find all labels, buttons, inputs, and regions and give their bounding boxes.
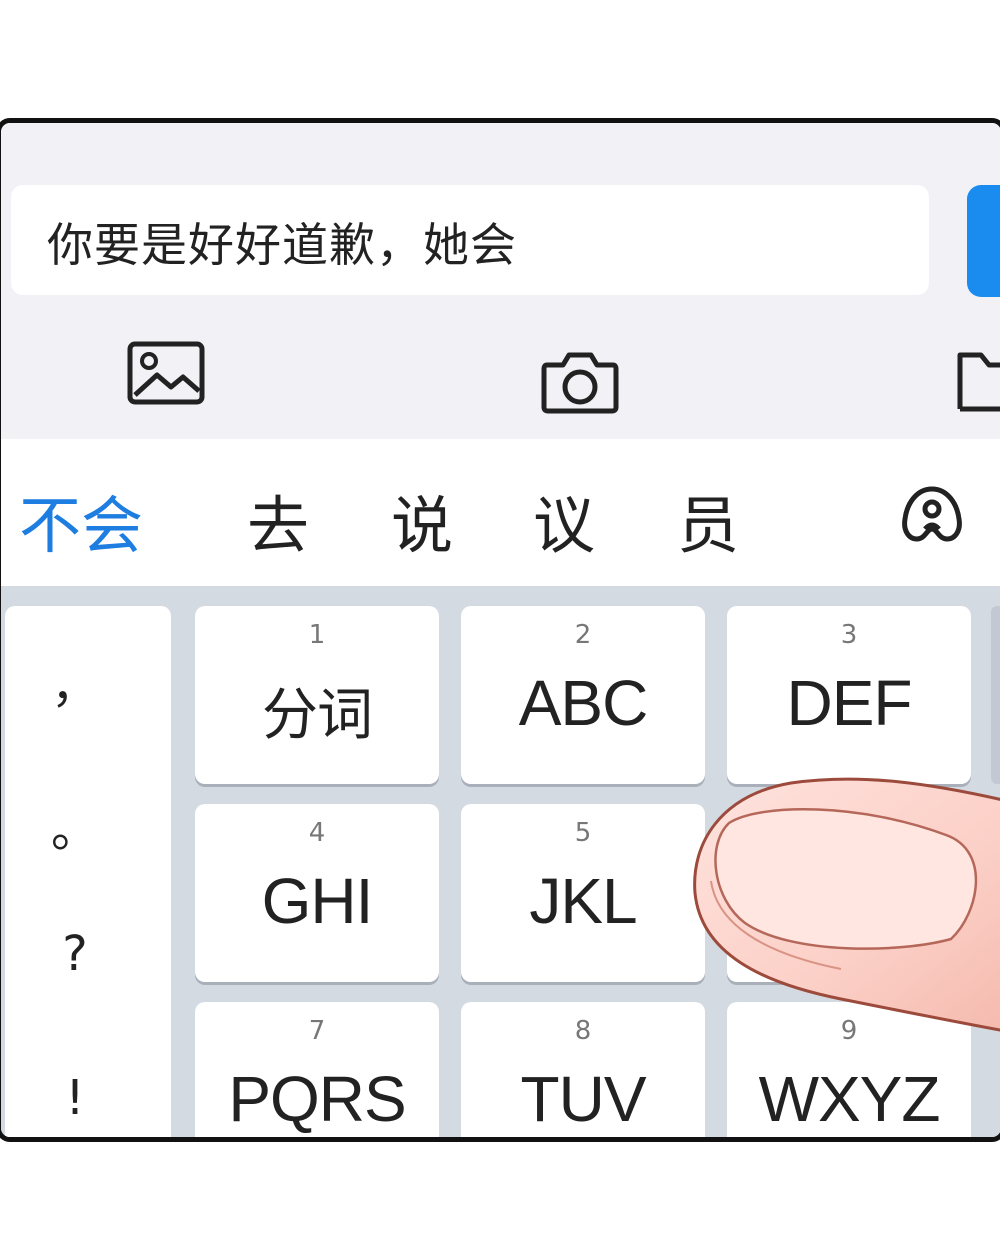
key-3-label: DEF: [786, 667, 913, 739]
send-button[interactable]: [967, 185, 1000, 297]
candidate-2[interactable]: 去: [247, 475, 309, 565]
key-8[interactable]: 8 TUV: [461, 1002, 705, 1137]
key-6[interactable]: 6: [727, 804, 971, 982]
candidate-4[interactable]: 议: [533, 475, 595, 565]
key-1-label: 分词: [262, 683, 373, 748]
key-7-label: PQRS: [228, 1063, 406, 1135]
key-3-number: 3: [840, 620, 858, 650]
input-toolbar: 你要是好好道歉，她会: [1, 123, 1000, 440]
key-7[interactable]: 7 PQRS: [195, 1002, 439, 1137]
candidate-bar: 不会 去 说 议 员: [1, 439, 1000, 586]
delete-key-edge[interactable]: [991, 606, 1000, 784]
key-2-number: 2: [574, 620, 592, 650]
key-4-label: GHI: [261, 865, 374, 937]
image-icon[interactable]: [127, 341, 205, 409]
key-9-number: 9: [840, 1016, 858, 1046]
period-key[interactable]: 。: [5, 790, 145, 860]
question-key[interactable]: ?: [5, 926, 145, 982]
candidate-1[interactable]: 不会: [19, 475, 143, 565]
key-5[interactable]: 5 JKL: [461, 804, 705, 982]
key-8-number: 8: [574, 1016, 592, 1046]
keyboard: ， 。 ? ! 1 分词 2 ABC 3 DEF 4 GHI 5 JKL 6 7…: [1, 586, 1000, 1137]
keyboard-logo-icon[interactable]: [899, 485, 965, 547]
key-1-number: 1: [308, 620, 326, 650]
message-input-text: 你要是好好道歉，她会: [47, 218, 517, 272]
exclaim-key[interactable]: !: [5, 1070, 145, 1126]
key-2-label: ABC: [518, 667, 649, 739]
key-4-number: 4: [308, 818, 326, 848]
message-input[interactable]: 你要是好好道歉，她会: [11, 185, 929, 295]
candidate-5[interactable]: 员: [677, 475, 739, 565]
comma-key[interactable]: ，: [5, 646, 145, 716]
punctuation-column: ， 。 ? !: [5, 606, 171, 1137]
key-5-number: 5: [574, 818, 592, 848]
key-5-label: JKL: [529, 865, 637, 937]
key-9-label: WXYZ: [758, 1063, 941, 1135]
key-1[interactable]: 1 分词: [195, 606, 439, 784]
key-9[interactable]: 9 WXYZ: [727, 1002, 971, 1137]
key-3[interactable]: 3 DEF: [727, 606, 971, 784]
key-4[interactable]: 4 GHI: [195, 804, 439, 982]
key-2[interactable]: 2 ABC: [461, 606, 705, 784]
camera-icon[interactable]: [541, 349, 619, 419]
candidate-3[interactable]: 说: [391, 475, 453, 565]
key-7-number: 7: [308, 1016, 326, 1046]
folder-icon[interactable]: [957, 349, 1000, 417]
chat-input-panel: 你要是好好道歉，她会 不会 去 说 议 员 ， 。 ? ! 1 分词 2 ABC…: [0, 118, 1000, 1142]
key-8-label: TUV: [520, 1063, 647, 1135]
key-6-number: 6: [840, 818, 858, 848]
